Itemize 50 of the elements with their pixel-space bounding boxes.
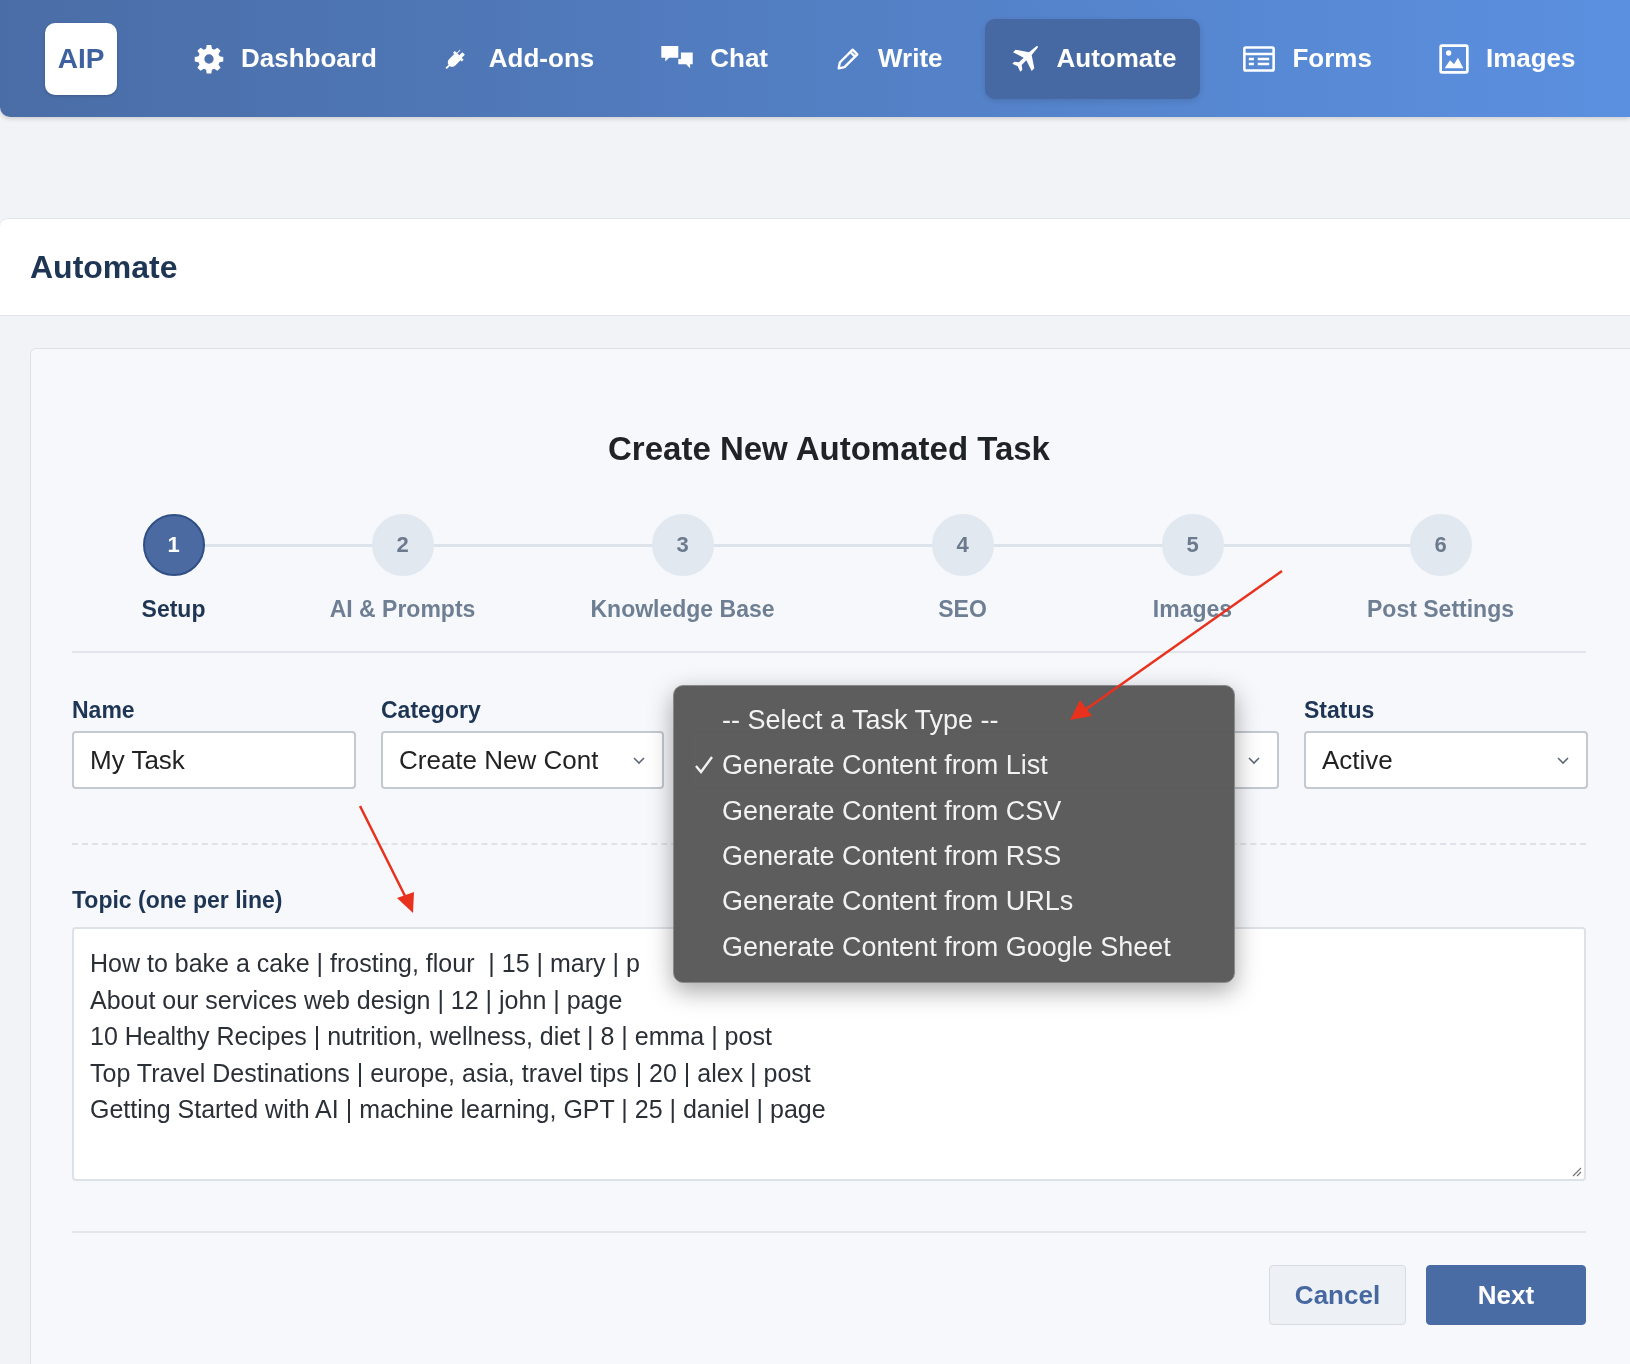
topic-line: About our services web design | 12 | john | page [90,984,623,1016]
select-field[interactable]: Create New Cont [381,731,664,789]
step-number[interactable]: 2 [371,514,434,576]
step-number[interactable]: 6 [1409,514,1472,576]
topic-line: Top Travel Destinations | europe, asia, travel tips | 20 | alex | post [90,1057,811,1089]
nav-tab[interactable]: Forms [1218,18,1396,99]
chevron-down-icon [1247,755,1261,765]
step-label: SEO [938,596,987,623]
step-number[interactable]: 1 [142,514,205,576]
nav-tab[interactable]: Dashboard [169,18,401,99]
page-title: Automate [30,248,178,286]
step-number[interactable]: 4 [931,514,994,576]
resize-grip-icon [1570,1165,1582,1177]
step-label: Post Settings [1367,596,1514,623]
step-number[interactable]: 3 [651,514,714,576]
chevron-down-icon [1556,755,1570,765]
field-label: Status [1304,697,1375,725]
field-label: Topic (one per line) [72,887,283,915]
menu-option[interactable]: Generate Content from CSV [674,788,1234,834]
nav-tab[interactable]: Add-ons [418,18,619,99]
nav-tab[interactable]: Chat [636,18,792,99]
step-label: AI & Prompts [329,596,476,623]
step-label: Images [1152,596,1233,623]
field-label: Name [72,697,135,725]
table-icon [1242,44,1277,73]
menu-option[interactable]: Generate Content from Google Sheet [674,924,1234,970]
card-title: Create New Automated Task [607,429,1051,469]
menu-option[interactable]: -- Select a Task Type -- [674,698,1234,744]
topic-line: 10 Healthy Recipes | nutrition, wellness, diet | 8 | emma | post [90,1021,772,1052]
topic-line: How to bake a cake | frosting, flour | 15 | mary | p [90,948,640,979]
topic-line: Getting Started with AI | machine learning, GPT | 25 | daniel | page [90,1094,826,1125]
select-field[interactable]: Active [1304,731,1588,789]
image-icon [1437,42,1470,75]
field-label: Category [381,697,481,725]
nav-tab[interactable]: Images [1413,18,1600,99]
step-number[interactable]: 5 [1161,514,1224,576]
logo: AIP [45,22,117,95]
gear-icon [193,42,225,75]
chevron-down-icon [632,755,646,765]
step-label: Setup [141,596,206,623]
nav-tab[interactable]: Write [810,18,967,99]
topic-field[interactable] [72,927,1586,1181]
menu-option[interactable]: Generate Content from List [674,743,1234,789]
step-label: Knowledge Base [590,596,775,623]
menu-option[interactable]: Generate Content from URLs [674,879,1234,925]
cancel-button[interactable]: Cancel [1269,1265,1406,1325]
menu-option[interactable]: Generate Content from RSS [674,834,1234,880]
next-button[interactable]: Next [1426,1265,1586,1325]
nav-tab[interactable]: Automate [984,18,1201,99]
text-field[interactable]: My Task [72,731,356,789]
